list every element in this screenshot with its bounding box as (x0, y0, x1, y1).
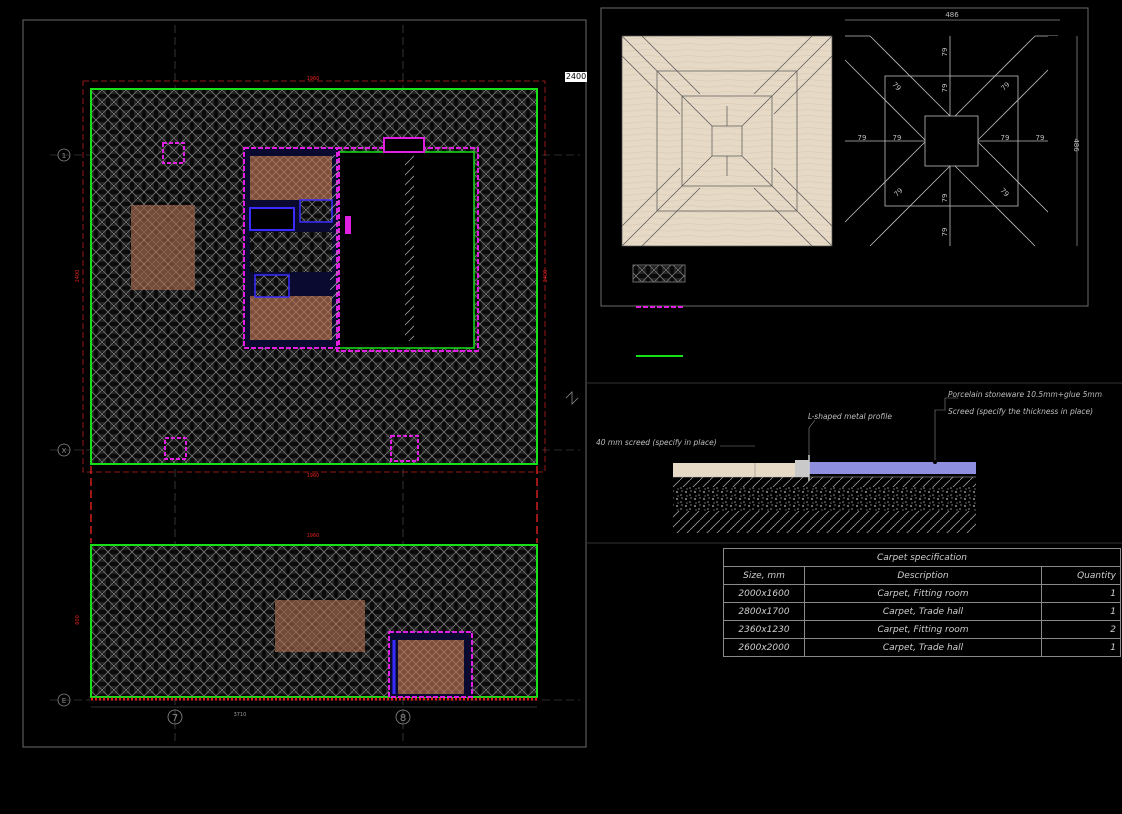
column (164, 437, 187, 460)
carpet-fitting-room (398, 640, 464, 694)
dim-arm: 79 (1036, 134, 1045, 142)
dim-arm: 79 (941, 84, 949, 93)
carpet-fitting-room (250, 296, 332, 340)
dim-overall: 486 (945, 11, 959, 19)
cell-description: Carpet, Trade hall (804, 638, 1042, 657)
axis-label-7: 7 (172, 713, 178, 724)
tile-render (621, 35, 833, 247)
dimension-lower-side: 600 (75, 615, 81, 625)
note-screed: Screed (specify the thickness in place) (948, 407, 1093, 416)
dim-arm: 79 (893, 134, 902, 142)
dimension-lower: 1960 (307, 533, 320, 539)
cell-size: 2800x1700 (723, 602, 805, 621)
carpet-trade-hall (275, 600, 365, 652)
cell-size: 2360x1230 (723, 620, 805, 639)
dim-arm: 79 (941, 48, 949, 57)
fitting-rooms-block (243, 137, 479, 352)
dim-arm: 79 (893, 187, 905, 199)
drawing-canvas: 1960 1960 1960 2400 2400 600 1 X E 7 8 3… (22, 7, 1122, 748)
axis-label-x: X (62, 447, 67, 455)
dim-side: 486 (1072, 138, 1080, 152)
break-symbol (565, 391, 579, 405)
carpet-trade-hall (131, 205, 195, 290)
dim-arm: 79 (1000, 81, 1012, 93)
dim-arm: 79 (941, 194, 949, 203)
dimension-side: 2400 (75, 270, 81, 283)
header-description: Description (804, 566, 1042, 585)
table-row: 2360x1230 Carpet, Fitting room 2 (723, 620, 1121, 639)
cell-quantity: 1 (1041, 638, 1121, 657)
dimension-mid: 1960 (307, 473, 320, 479)
carpet-spec-table: Carpet specification Size, mm Descriptio… (723, 548, 1121, 657)
carpet-fitting-room (250, 156, 332, 200)
table-row: 2000x1600 Carpet, Fitting room 1 (723, 584, 1121, 603)
note-porcelain: Porcelain stoneware 10.5mm+glue 5mm (948, 390, 1102, 399)
table-row: 2800x1700 Carpet, Trade hall 1 (723, 602, 1121, 621)
note-screed-40: 40 mm screed (specify in place) (596, 438, 717, 447)
dimension-bottom: 3710 (234, 712, 247, 718)
tile-dimension-drawing (844, 19, 1078, 247)
dim-arm: 79 (998, 187, 1010, 199)
dim-arm: 79 (890, 81, 902, 93)
dim-arm: 79 (1001, 134, 1010, 142)
cell-size: 2600x2000 (723, 638, 805, 657)
table-row: 2600x2000 Carpet, Trade hall 1 (723, 638, 1121, 657)
column (390, 435, 419, 462)
axis-label-1: 1 (62, 152, 66, 160)
cell-description: Carpet, Fitting room (804, 620, 1042, 639)
tile-dimensions: 486 486 79 79 79 79 79 79 79 79 79 79 79… (858, 11, 1080, 236)
table-caption: Carpet specification (723, 548, 1121, 567)
cell-description: Carpet, Trade hall (804, 602, 1042, 621)
axis-label-e: E (62, 697, 66, 705)
note-profile: L-shaped metal profile (808, 412, 892, 421)
dimension-side: 2400 (543, 270, 549, 283)
legend-swatch-tile (632, 264, 686, 283)
dimension-top: 1960 (307, 76, 320, 82)
cell-size: 2000x1600 (723, 584, 805, 603)
scale-tag: 2400 (565, 72, 587, 82)
header-quantity: Quantity (1041, 566, 1121, 585)
cell-quantity: 1 (1041, 602, 1121, 621)
cell-quantity: 1 (1041, 584, 1121, 603)
cell-quantity: 2 (1041, 620, 1121, 639)
axis-label-8: 8 (400, 713, 406, 724)
dim-arm: 79 (941, 228, 949, 237)
dim-arm: 79 (858, 134, 867, 142)
tile-edge-mask (1048, 36, 1072, 246)
cell-description: Carpet, Fitting room (804, 584, 1042, 603)
column (162, 142, 185, 164)
header-size: Size, mm (723, 566, 805, 585)
